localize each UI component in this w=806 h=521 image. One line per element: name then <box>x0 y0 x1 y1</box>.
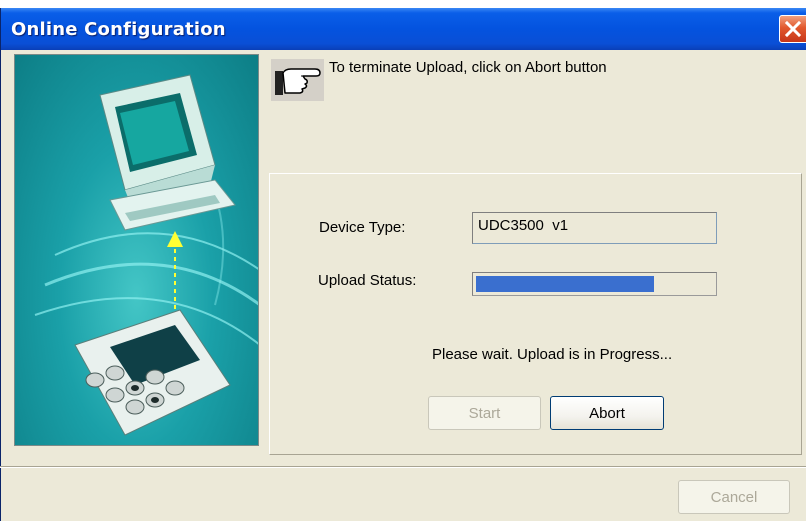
pointing-hand-icon <box>271 59 324 101</box>
close-button[interactable] <box>779 15 806 43</box>
computer-monitor-icon <box>99 74 236 231</box>
upload-status-message: Please wait. Upload is in Progress... <box>432 346 673 363</box>
device-type-label: Device Type: <box>319 219 406 236</box>
upload-illustration <box>14 54 259 446</box>
start-button[interactable]: Start <box>428 396 541 430</box>
abort-button[interactable]: Abort <box>550 396 664 430</box>
device-type-field: UDC3500 v1 <box>472 212 717 244</box>
bottom-divider <box>0 466 806 468</box>
abort-hint-text: To terminate Upload, click on Abort butt… <box>329 59 607 76</box>
controller-device-icon <box>74 309 231 436</box>
title-bar[interactable]: Online Configuration <box>1 8 806 50</box>
close-x-icon <box>784 20 802 38</box>
upload-progress-fill <box>476 276 654 292</box>
upload-status-label: Upload Status: <box>318 272 417 289</box>
upload-progress-bar <box>472 272 717 296</box>
window-title: Online Configuration <box>11 19 226 40</box>
cancel-button[interactable]: Cancel <box>678 480 790 514</box>
